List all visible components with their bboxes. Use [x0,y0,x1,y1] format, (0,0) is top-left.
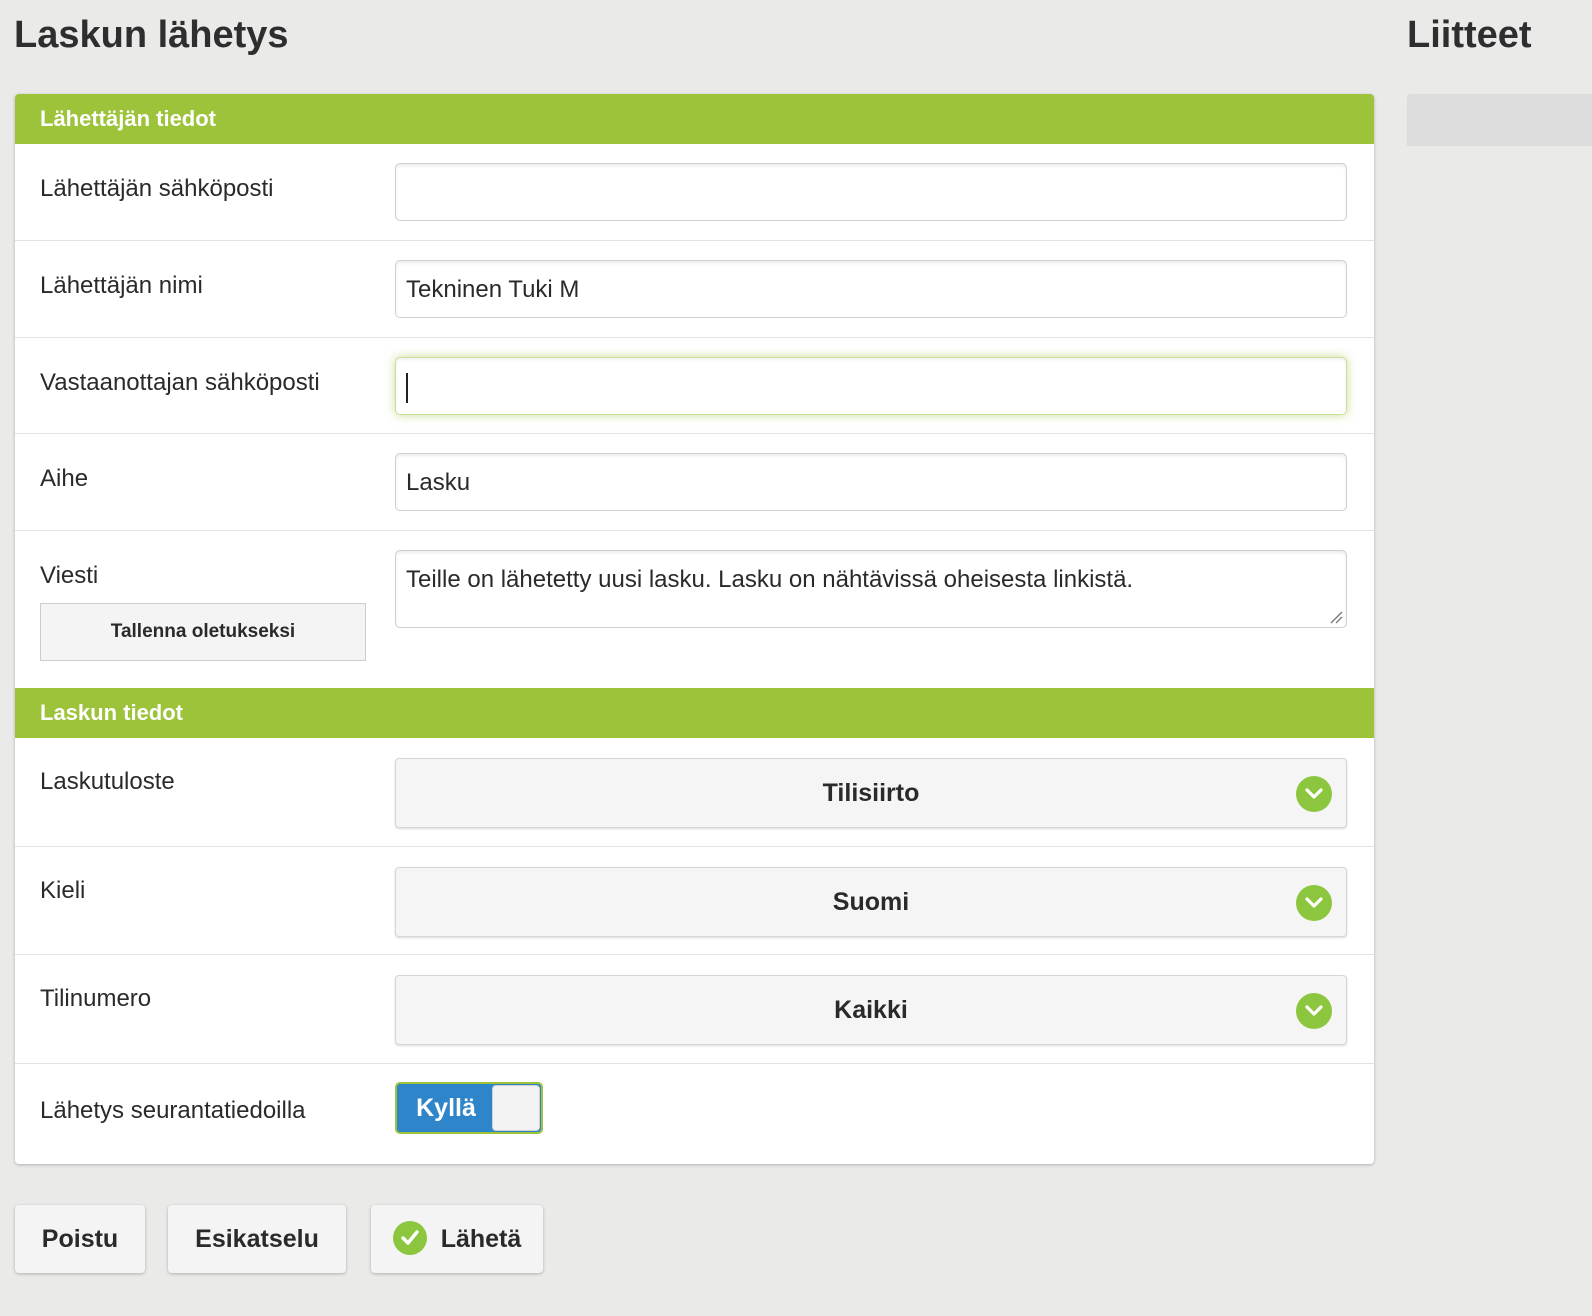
sender-name-label: Lähettäjän nimi [40,272,203,299]
chevron-down-icon[interactable] [1296,885,1332,921]
chevron-down-icon[interactable] [1296,776,1332,812]
check-icon [392,1221,427,1256]
sender-section-header: Lähettäjän tiedot [15,94,1374,144]
row-subject: Aihe Lasku [15,434,1374,531]
tracking-toggle-label: Kyllä [416,1094,476,1122]
message-textarea[interactable]: Teille on lähetetty uusi lasku. Lasku on… [395,550,1347,628]
recipient-email-label: Vastaanottajan sähköposti [40,369,320,396]
text-caret [406,372,408,403]
send-button-label: Lähetä [440,1225,522,1253]
subject-input[interactable]: Lasku [395,453,1347,511]
row-sender-name: Lähettäjän nimi Tekninen Tuki M [15,241,1374,338]
row-sender-email: Lähettäjän sähköposti [15,144,1374,241]
account-number-value: Kaikki [834,996,908,1024]
row-tracking: Lähetys seurantatiedoilla Kyllä [15,1064,1374,1164]
attachments-panel [1407,94,1592,146]
page-title: Laskun lähetys [14,14,289,56]
sender-email-label: Lähettäjän sähköposti [40,175,274,202]
row-recipient-email: Vastaanottajan sähköposti [15,338,1374,434]
send-button[interactable]: Lähetä [371,1205,543,1273]
account-number-select[interactable]: Kaikki [395,975,1347,1045]
message-label: Viesti [40,562,99,589]
row-message: Viesti Tallenna oletukseksi Teille on lä… [15,531,1374,688]
exit-button[interactable]: Poistu [15,1205,145,1273]
tracking-toggle[interactable]: Kyllä [395,1082,543,1134]
preview-button[interactable]: Esikatselu [168,1205,346,1273]
account-number-label: Tilinumero [40,985,152,1012]
row-print-template: Laskutuloste Tilisiirto [15,738,1374,847]
recipient-email-input[interactable] [395,357,1347,415]
invoice-section-header: Laskun tiedot [15,688,1374,738]
resize-grip-icon[interactable] [1329,610,1343,624]
save-as-default-button[interactable]: Tallenna oletukseksi [40,603,366,661]
row-language: Kieli Suomi [15,847,1374,955]
attachments-title: Liitteet [1407,14,1532,56]
print-template-select[interactable]: Tilisiirto [395,758,1347,828]
language-value: Suomi [832,888,910,916]
language-label: Kieli [40,877,86,904]
row-account-number: Tilinumero Kaikki [15,955,1374,1064]
print-template-label: Laskutuloste [40,768,175,795]
message-text: Teille on lähetetty uusi lasku. Lasku on… [406,566,1134,593]
invoice-send-form: Lähettäjän tiedot Lähettäjän sähköposti … [15,94,1374,1164]
chevron-down-icon[interactable] [1296,993,1332,1029]
language-select[interactable]: Suomi [395,867,1347,937]
print-template-value: Tilisiirto [822,779,920,807]
toggle-knob[interactable] [492,1085,540,1131]
tracking-label: Lähetys seurantatiedoilla [40,1097,306,1124]
sender-email-input[interactable] [395,163,1347,221]
sender-name-input[interactable]: Tekninen Tuki M [395,260,1347,318]
subject-label: Aihe [40,465,89,492]
